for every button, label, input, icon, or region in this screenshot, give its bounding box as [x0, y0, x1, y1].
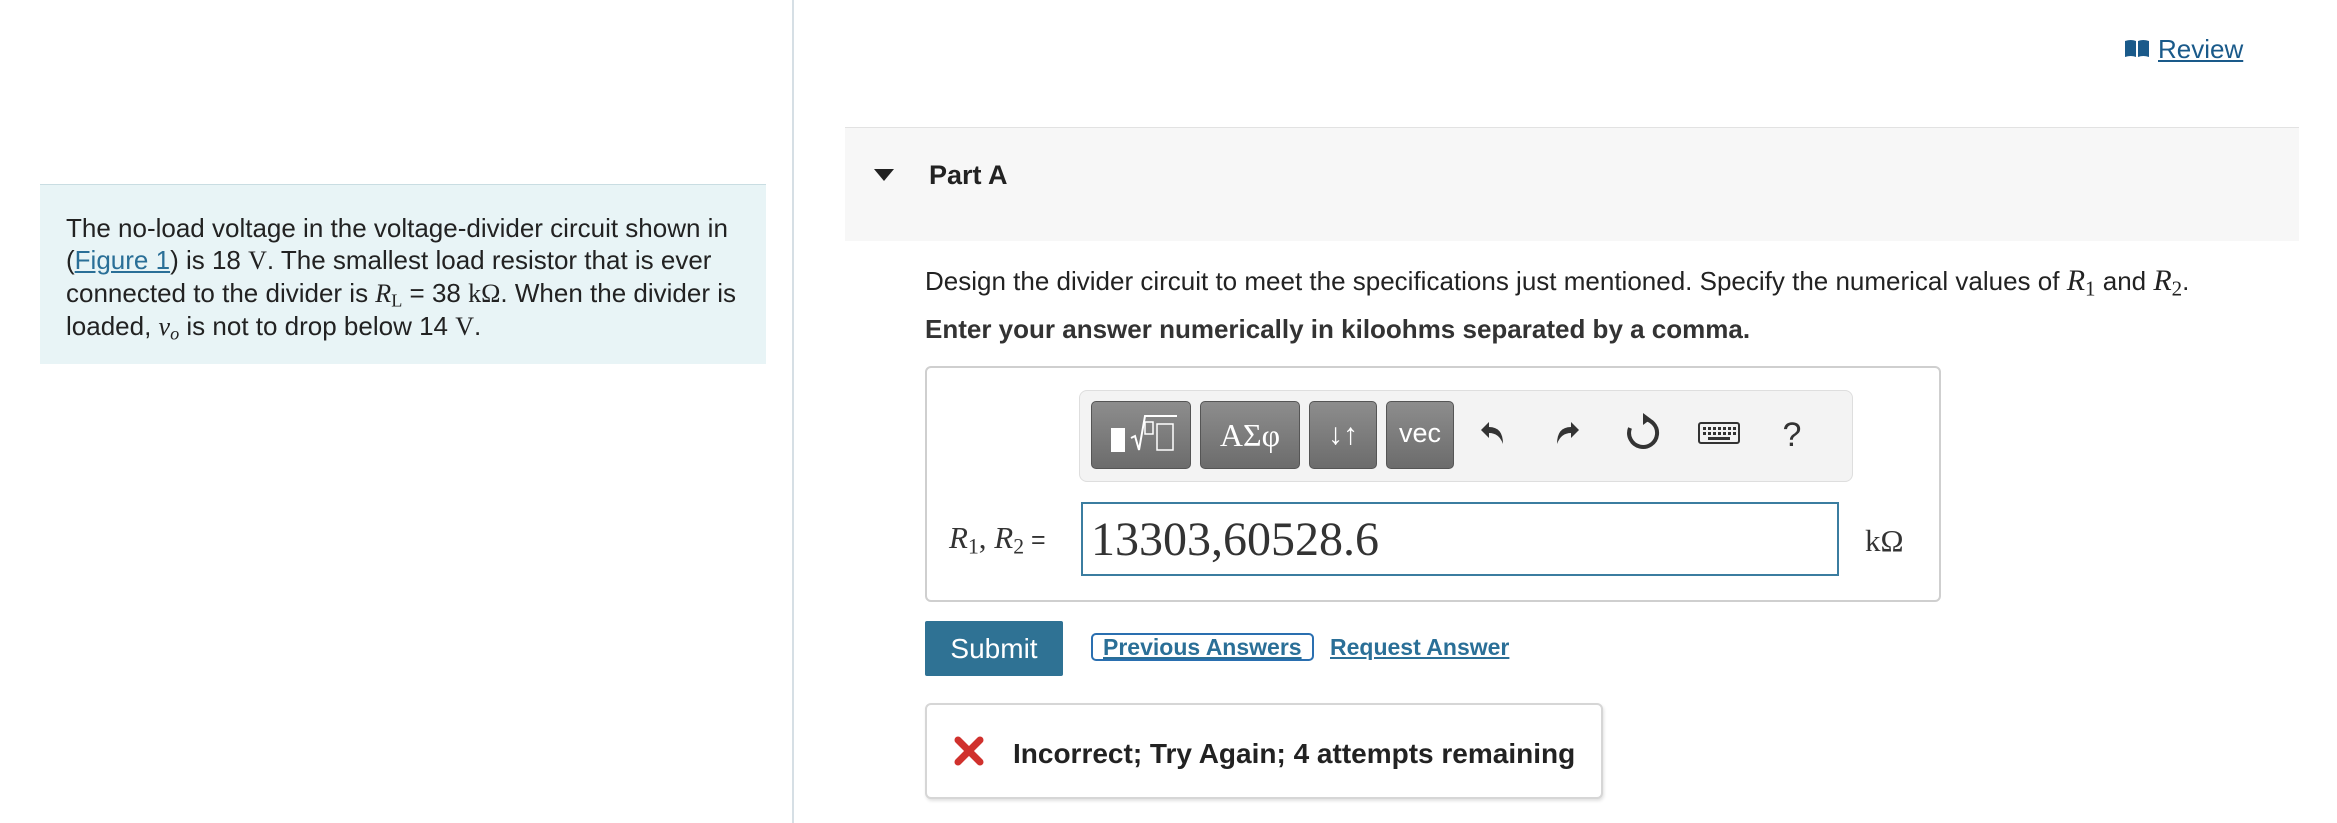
math-toolbar: ΑΣφ ↓↑ vec ? — [1079, 390, 1853, 482]
r2-subscript: 2 — [2171, 276, 2183, 301]
r2-symbol: R — [2153, 264, 2172, 297]
answer-input[interactable] — [1081, 502, 1839, 576]
answer-variable-label: R1, R2 = — [949, 520, 1046, 559]
help-button[interactable]: ? — [1764, 401, 1820, 469]
problem-text-2: ) is 18 — [170, 245, 249, 275]
problem-text-5: is not to drop below 14 — [179, 311, 456, 341]
rl-subscript: L — [391, 290, 403, 311]
rl-value: = 38 — [402, 278, 469, 308]
subscript-superscript-icon: ↓↑ — [1328, 418, 1358, 451]
unit-kiloohm: kΩ — [468, 279, 501, 308]
redo-button[interactable] — [1540, 401, 1596, 469]
keyboard-icon — [1698, 420, 1740, 451]
subscript-superscript-button[interactable]: ↓↑ — [1309, 401, 1377, 469]
unit-volts-2: V — [455, 312, 475, 341]
previous-answers-link[interactable]: Previous Answers — [1091, 633, 1314, 661]
vector-button[interactable]: vec — [1386, 401, 1454, 469]
problem-text-6: . — [474, 311, 482, 341]
answer-box: ΑΣφ ↓↑ vec ? R1, R2 = 13303,60528.6 kΩ — [925, 366, 1941, 602]
undo-icon — [1475, 416, 1509, 455]
review-link[interactable]: Review — [2124, 34, 2243, 65]
question-text-2: and — [2095, 266, 2154, 296]
feedback-box: Incorrect; Try Again; 4 attempts remaini… — [925, 703, 1603, 799]
book-icon — [2124, 34, 2150, 65]
part-title: Part A — [929, 160, 1008, 190]
var1-subscript: 1 — [967, 534, 979, 559]
vo-subscript: o — [170, 323, 180, 344]
var1-symbol: R — [949, 520, 968, 555]
var2-subscript: 2 — [1013, 534, 1025, 559]
keyboard-button[interactable] — [1691, 401, 1747, 469]
reset-button[interactable] — [1615, 401, 1671, 469]
submit-button[interactable]: Submit — [925, 621, 1063, 676]
request-answer-link[interactable]: Request Answer — [1330, 634, 1509, 661]
question-text-1: Design the divider circuit to meet the s… — [925, 266, 2067, 296]
templates-button[interactable] — [1091, 401, 1191, 469]
help-icon: ? — [1782, 415, 1802, 454]
figure-link[interactable]: Figure 1 — [75, 245, 170, 275]
unit-volts: V — [248, 246, 267, 275]
part-header[interactable]: Part A — [845, 127, 2299, 241]
caret-down-icon[interactable] — [873, 168, 895, 187]
greek-letters-label: ΑΣφ — [1219, 416, 1281, 453]
problem-statement: The no-load voltage in the voltage-divid… — [40, 184, 766, 364]
answer-unit: kΩ — [1865, 523, 1904, 558]
review-label: Review — [2158, 34, 2244, 64]
rl-symbol: R — [375, 279, 392, 308]
answer-instruction: Enter your answer numerically in kiloohm… — [925, 314, 1751, 344]
r1-symbol: R — [2066, 264, 2086, 297]
templates-icon — [1101, 408, 1181, 463]
question-text-3: . — [2182, 266, 2190, 296]
vo-symbol: v — [158, 312, 171, 341]
x-mark-icon — [954, 736, 984, 771]
var2-symbol: R — [994, 520, 1014, 555]
question-text: Design the divider circuit to meet the s… — [925, 264, 2190, 301]
equals-sign: = — [1024, 526, 1046, 554]
var-separator: , — [978, 520, 995, 555]
undo-button[interactable] — [1464, 401, 1520, 469]
feedback-text: Incorrect; Try Again; 4 attempts remaini… — [1013, 738, 1576, 769]
panel-divider — [792, 0, 794, 823]
redo-icon — [1551, 416, 1585, 455]
r1-subscript: 1 — [2085, 276, 2096, 301]
greek-letters-button[interactable]: ΑΣφ — [1200, 401, 1300, 469]
reset-icon — [1623, 412, 1663, 458]
vector-label: vec — [1398, 418, 1442, 448]
